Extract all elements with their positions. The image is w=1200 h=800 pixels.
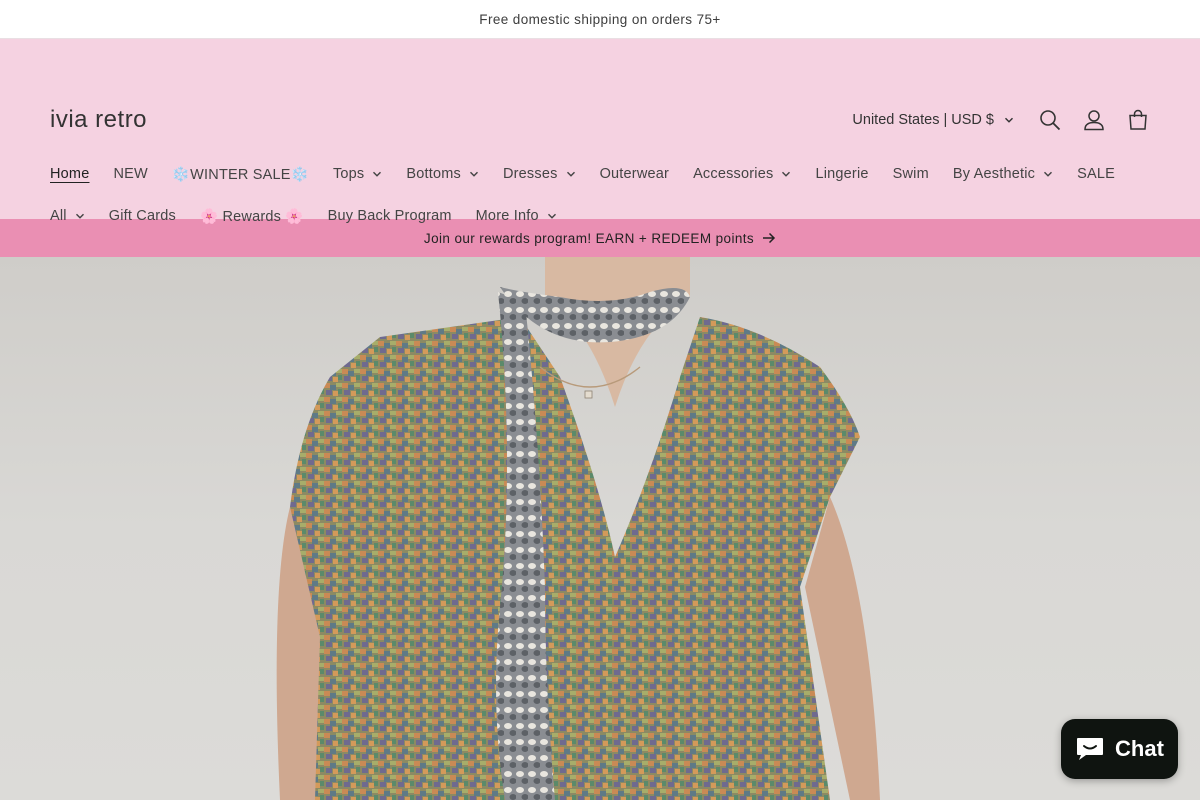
nav-item-label: More Info xyxy=(475,208,539,224)
chevron-down-icon xyxy=(373,171,382,177)
nav-item-accessories[interactable]: Accessories xyxy=(681,153,803,195)
chat-bubble-icon xyxy=(1077,738,1104,760)
nav-item-bottoms[interactable]: Bottoms xyxy=(394,153,491,195)
nav-item-dresses[interactable]: Dresses xyxy=(491,153,588,195)
currency-selector[interactable]: United States | USD $ xyxy=(852,112,1014,128)
nav-item-label: Bottoms xyxy=(406,166,461,182)
nav-item-label: Accessories xyxy=(693,166,774,182)
account-button[interactable] xyxy=(1072,99,1116,141)
nav-item-label: By Aesthetic xyxy=(952,166,1036,182)
nav-item-label: Buy Back Program xyxy=(327,208,452,224)
nav-item-gift-cards[interactable]: Gift Cards xyxy=(97,195,188,237)
nav-item-label: Lingerie xyxy=(815,166,869,182)
nav-item-label: SALE xyxy=(1077,166,1115,182)
cart-icon xyxy=(1129,109,1147,130)
nav-item-label: All xyxy=(50,208,67,224)
nav-item-label: 🌸 Rewards 🌸 xyxy=(199,208,304,225)
search-button[interactable] xyxy=(1028,99,1072,141)
nav-item-by-aesthetic[interactable]: By Aesthetic xyxy=(941,153,1065,195)
nav-item-label: Home xyxy=(50,166,90,182)
nav-item-label: Gift Cards xyxy=(108,208,176,224)
main-navigation: Home NEW ❄️WINTER SALE❄️ Tops Bottoms Dr… xyxy=(38,153,1168,237)
chat-label: Chat xyxy=(1115,736,1164,761)
search-icon xyxy=(1040,110,1061,131)
currency-label: United States | USD $ xyxy=(852,112,994,128)
nav-item-winter-sale[interactable]: ❄️WINTER SALE❄️ xyxy=(160,153,321,195)
nav-item-swim[interactable]: Swim xyxy=(881,153,941,195)
store-logo[interactable]: ivia retro xyxy=(50,106,147,134)
nav-item-label: Tops xyxy=(332,166,365,182)
site-header: ivia retro United States | USD $ Home NE… xyxy=(0,39,1200,225)
chat-button[interactable]: Chat xyxy=(1061,719,1178,779)
nav-item-label: Outerwear xyxy=(599,166,670,182)
account-icon xyxy=(1084,110,1104,131)
nav-item-outerwear[interactable]: Outerwear xyxy=(588,153,682,195)
chevron-down-icon xyxy=(469,171,478,177)
nav-item-sale[interactable]: SALE xyxy=(1065,153,1127,195)
nav-item-buy-back-program[interactable]: Buy Back Program xyxy=(316,195,464,237)
chevron-down-icon xyxy=(782,171,791,177)
hero-illustration xyxy=(276,257,880,800)
nav-item-home[interactable]: Home xyxy=(38,153,101,195)
chevron-down-icon xyxy=(1004,117,1014,123)
nav-item-tops[interactable]: Tops xyxy=(321,153,394,195)
nav-item-label: ❄️WINTER SALE❄️ xyxy=(171,166,309,183)
chevron-down-icon xyxy=(1044,171,1053,177)
nav-item-rewards[interactable]: 🌸 Rewards 🌸 xyxy=(188,195,316,237)
nav-item-label: Dresses xyxy=(502,166,558,182)
cart-button[interactable] xyxy=(1116,99,1160,141)
nav-item-label: Swim xyxy=(892,166,929,182)
nav-item-lingerie[interactable]: Lingerie xyxy=(803,153,880,195)
nav-item-more-info[interactable]: More Info xyxy=(464,195,569,237)
hero-image xyxy=(0,257,1200,800)
header-actions: United States | USD $ xyxy=(852,99,1160,141)
chevron-down-icon xyxy=(547,213,556,219)
nav-item-all[interactable]: All xyxy=(38,195,97,237)
chevron-down-icon xyxy=(75,213,84,219)
chevron-down-icon xyxy=(566,171,575,177)
nav-item-new[interactable]: NEW xyxy=(101,153,159,195)
nav-item-label: NEW xyxy=(113,166,148,182)
announcement-bar: Free domestic shipping on orders 75+ xyxy=(0,0,1200,39)
announcement-text: Free domestic shipping on orders 75+ xyxy=(479,11,721,27)
